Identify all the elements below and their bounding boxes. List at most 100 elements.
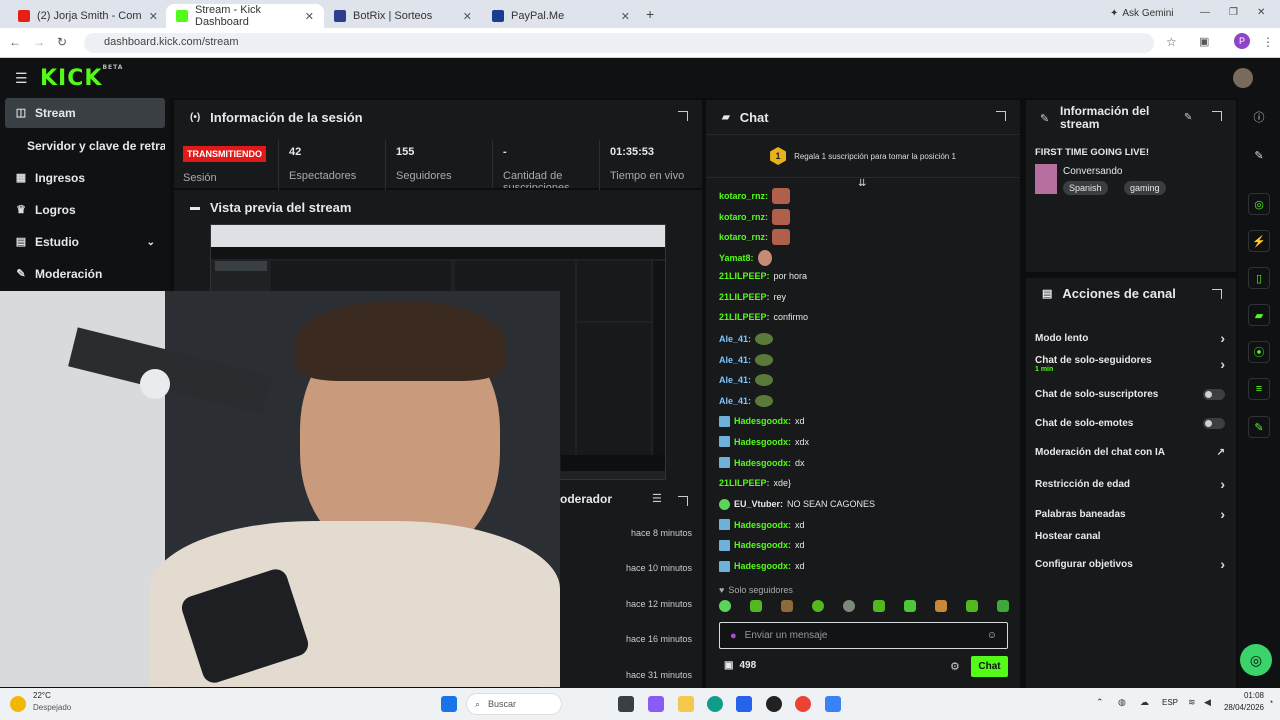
- tab-search-icon[interactable]: ▣: [1199, 35, 1209, 48]
- emote-icon[interactable]: [935, 600, 948, 612]
- task-view-icon[interactable]: [618, 696, 634, 712]
- expand-icon[interactable]: [996, 111, 1006, 121]
- filter-icon[interactable]: ☰: [652, 492, 662, 505]
- action-age-restriction[interactable]: Restricción de edad ›: [1035, 476, 1225, 492]
- chat-username[interactable]: Hadesgoodx:: [734, 437, 791, 447]
- gift-sub-banner[interactable]: 1 Regala 1 suscripción para tomar la pos…: [706, 134, 1020, 178]
- action-banned-words[interactable]: Palabras baneadas ›: [1035, 506, 1225, 522]
- edit-pencil-icon[interactable]: ✎: [1184, 112, 1192, 123]
- chevron-up-icon[interactable]: ⌃: [1096, 697, 1104, 708]
- emote-icon[interactable]: [966, 600, 978, 612]
- profile-avatar[interactable]: P: [1234, 33, 1250, 49]
- emote-icon[interactable]: [996, 600, 1009, 612]
- sidebar-item-stream[interactable]: ◫ Stream: [5, 98, 165, 128]
- wrench-icon[interactable]: ✎: [1248, 416, 1270, 438]
- emote-icon[interactable]: [780, 600, 793, 612]
- obs-icon[interactable]: [766, 696, 782, 712]
- notification-bell-icon[interactable]: ◔: [1268, 697, 1273, 707]
- action-ai-moderation[interactable]: Moderación del chat con IA ↗: [1035, 447, 1225, 458]
- forward-icon[interactable]: →: [33, 35, 45, 49]
- emote-icon[interactable]: [811, 600, 824, 612]
- emote-icon[interactable]: [719, 600, 731, 612]
- focus-icon[interactable]: ◎: [1248, 193, 1270, 215]
- expand-icon[interactable]: [678, 111, 688, 121]
- chat-username[interactable]: Hadesgoodx:: [734, 561, 791, 571]
- document-icon[interactable]: ▯: [1248, 267, 1270, 289]
- back-icon[interactable]: ←: [9, 35, 21, 49]
- taskbar-search[interactable]: ⌕ Buscar: [466, 693, 562, 715]
- action-configure-goals[interactable]: Configurar objetivos ›: [1035, 556, 1225, 572]
- chat-username[interactable]: kotaro_rnz:: [719, 191, 768, 201]
- browser-tab-botrix[interactable]: BotRix | Sorteos ✕: [324, 4, 482, 28]
- emoji-icon[interactable]: ☺: [987, 630, 997, 641]
- broadcast-icon[interactable]: ⦿: [1248, 341, 1270, 363]
- chat-username[interactable]: Hadesgoodx:: [734, 520, 791, 530]
- support-headset-icon[interactable]: ◎: [1240, 644, 1272, 676]
- chat-username[interactable]: Hadesgoodx:: [734, 416, 791, 426]
- sidebar-item-estudio[interactable]: ▤ Estudio ⌄: [5, 227, 165, 257]
- close-icon[interactable]: ✕: [621, 10, 630, 23]
- chat-username[interactable]: Hadesgoodx:: [734, 458, 791, 468]
- channel-points[interactable]: ▣ 498: [724, 660, 756, 671]
- chat-settings-gear-icon[interactable]: ⚙: [950, 660, 960, 673]
- chat-username[interactable]: Ale_41:: [719, 355, 751, 365]
- action-emotes-only[interactable]: Chat de solo-emotes: [1035, 418, 1225, 429]
- language-indicator[interactable]: ESP: [1162, 698, 1178, 707]
- user-avatar[interactable]: [1233, 68, 1253, 88]
- ask-gemini-button[interactable]: ✦ Ask Gemini: [1110, 8, 1174, 19]
- chat-username[interactable]: Ale_41:: [719, 334, 751, 344]
- sidebar-item-moderacion[interactable]: ✎ Moderación: [5, 259, 165, 289]
- onedrive-icon[interactable]: ☁: [1140, 697, 1149, 708]
- wifi-icon[interactable]: ≋: [1188, 697, 1196, 708]
- kick-logo[interactable]: KICKBETA: [40, 64, 123, 91]
- store-icon[interactable]: [736, 696, 752, 712]
- browser-tab-kick[interactable]: Stream - Kick Dashboard ✕: [166, 4, 324, 28]
- action-followers-only[interactable]: Chat de solo-seguidores 1 min ›: [1035, 355, 1225, 373]
- emotes-only-toggle[interactable]: [1203, 418, 1225, 429]
- file-explorer-icon[interactable]: [678, 696, 694, 712]
- menu-kebab-icon[interactable]: ⋮: [1262, 35, 1274, 49]
- expand-icon[interactable]: [1212, 289, 1222, 299]
- bookmark-star-icon[interactable]: ☆: [1166, 35, 1177, 49]
- edge-icon[interactable]: [707, 696, 723, 712]
- emote-icon[interactable]: [873, 600, 886, 612]
- emote-icon[interactable]: [904, 600, 917, 612]
- clock-time[interactable]: 01:08: [1220, 691, 1264, 700]
- chat-username[interactable]: 21LILPEEP:: [719, 271, 770, 281]
- close-icon[interactable]: ✕: [463, 10, 472, 23]
- sidebar-item-server-key[interactable]: Servidor y clave de retransm: [5, 131, 165, 161]
- action-slow-mode[interactable]: Modo lento ›: [1035, 330, 1225, 346]
- new-tab-button[interactable]: +: [646, 6, 654, 22]
- lightning-icon[interactable]: ⚡: [1248, 230, 1270, 252]
- chat-icon[interactable]: ▰: [1248, 304, 1270, 326]
- chat-username[interactable]: Yamat8:: [719, 253, 754, 263]
- url-field[interactable]: dashboard.kick.com/stream: [84, 33, 1154, 53]
- action-host-channel[interactable]: Hostear canal: [1035, 531, 1225, 542]
- chevron-down-icon[interactable]: ⇊: [858, 178, 866, 189]
- info-icon[interactable]: ⓘ: [1248, 106, 1270, 128]
- pencil-icon[interactable]: ✎: [1248, 144, 1270, 166]
- chat-username[interactable]: Ale_41:: [719, 396, 751, 406]
- emote-icon[interactable]: [749, 600, 762, 612]
- chrome-icon[interactable]: [795, 696, 811, 712]
- chat-username[interactable]: Ale_41:: [719, 375, 751, 385]
- chat-username[interactable]: 21LILPEEP:: [719, 312, 770, 322]
- chat-input[interactable]: ● Enviar un mensaje ☺: [719, 622, 1008, 649]
- sidebar-item-ingresos[interactable]: ▦ Ingresos: [5, 163, 165, 193]
- sidebar-item-logros[interactable]: ♛ Logros: [5, 195, 165, 225]
- reload-icon[interactable]: ↻: [57, 35, 67, 49]
- chat-username[interactable]: kotaro_rnz:: [719, 212, 768, 222]
- expand-icon[interactable]: [1212, 111, 1222, 121]
- chat-send-button[interactable]: Chat: [971, 656, 1008, 677]
- microphone-icon[interactable]: ●: [730, 630, 737, 642]
- layers-icon[interactable]: ≡: [1248, 378, 1270, 400]
- app-icon[interactable]: [825, 696, 841, 712]
- expand-icon[interactable]: [678, 496, 688, 506]
- volume-icon[interactable]: ◀: [1204, 697, 1211, 708]
- browser-tab-youtube[interactable]: (2) Jorja Smith - Come Over (fe ✕: [8, 4, 168, 28]
- browser-tab-paypal[interactable]: PayPal.Me ✕: [482, 4, 640, 28]
- maximize-icon[interactable]: ❐: [1229, 7, 1238, 18]
- chat-username[interactable]: 21LILPEEP:: [719, 292, 770, 302]
- chat-username[interactable]: 21LILPEEP:: [719, 478, 770, 488]
- windows-start-icon[interactable]: [441, 696, 457, 712]
